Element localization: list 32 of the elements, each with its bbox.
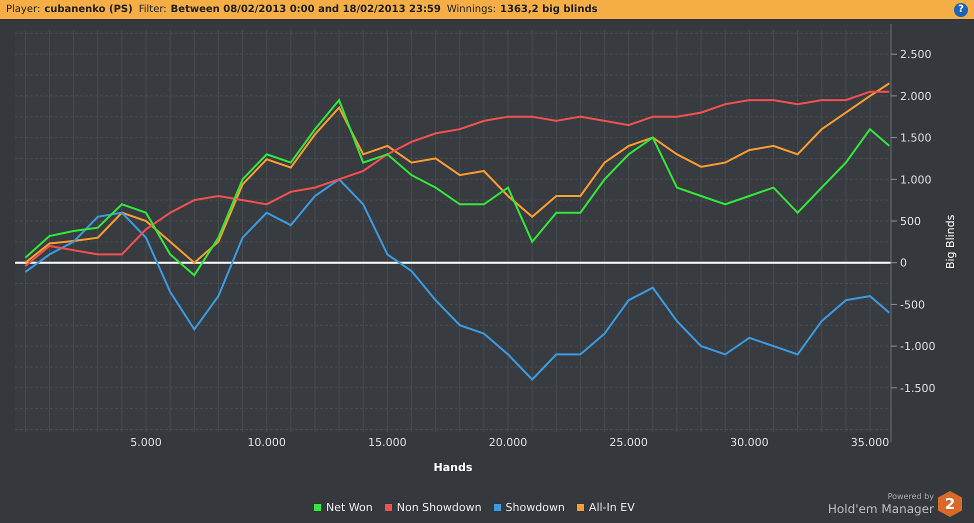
legend-label: Showdown bbox=[506, 500, 565, 516]
field-label: Winnings: bbox=[446, 3, 496, 17]
x-tick-label: 10.000 bbox=[247, 436, 286, 449]
version-logo: 2 bbox=[938, 491, 962, 517]
y-tick-label: 1.500 bbox=[900, 132, 932, 145]
field-label: Filter: bbox=[138, 3, 167, 17]
y-tick-label: 500 bbox=[900, 215, 921, 228]
field-value: 1363,2 big blinds bbox=[500, 3, 598, 17]
field-value: cubanenko (PS) bbox=[44, 3, 133, 17]
y-tick-label: 2.000 bbox=[900, 90, 932, 103]
powered-by-text: Powered by bbox=[888, 493, 934, 501]
y-tick-label: 0 bbox=[900, 256, 907, 270]
x-tick-label: 25.000 bbox=[609, 436, 648, 449]
help-button[interactable]: ? bbox=[954, 2, 968, 16]
y-tick-label: 2.500 bbox=[900, 48, 932, 62]
x-tick-label: 5.000 bbox=[130, 436, 162, 449]
y-tick-label: 1.000 bbox=[900, 173, 932, 186]
field-label: Player: bbox=[6, 3, 40, 17]
legend-label: Non Showdown bbox=[396, 500, 482, 516]
x-tick-label: 15.000 bbox=[368, 436, 407, 449]
legend-label: Net Won bbox=[326, 500, 373, 516]
y-tick-label: -500 bbox=[900, 298, 925, 312]
field-value: Between 08/02/2013 0:00 and 18/02/2013 23:59 bbox=[170, 3, 441, 17]
y-tick-label: -1.500 bbox=[900, 382, 936, 395]
y-tick-label: -1.000 bbox=[900, 340, 936, 354]
x-tick-label: 20.000 bbox=[488, 436, 528, 449]
y-axis-title: Big Blinds bbox=[944, 214, 957, 270]
x-axis-title: Hands bbox=[434, 461, 472, 474]
product-name: Hold'em Manager bbox=[828, 503, 934, 515]
legend-label: All-In EV bbox=[588, 500, 635, 516]
x-tick-label: 35.000 bbox=[850, 436, 890, 449]
x-tick-label: 30.000 bbox=[730, 436, 769, 449]
